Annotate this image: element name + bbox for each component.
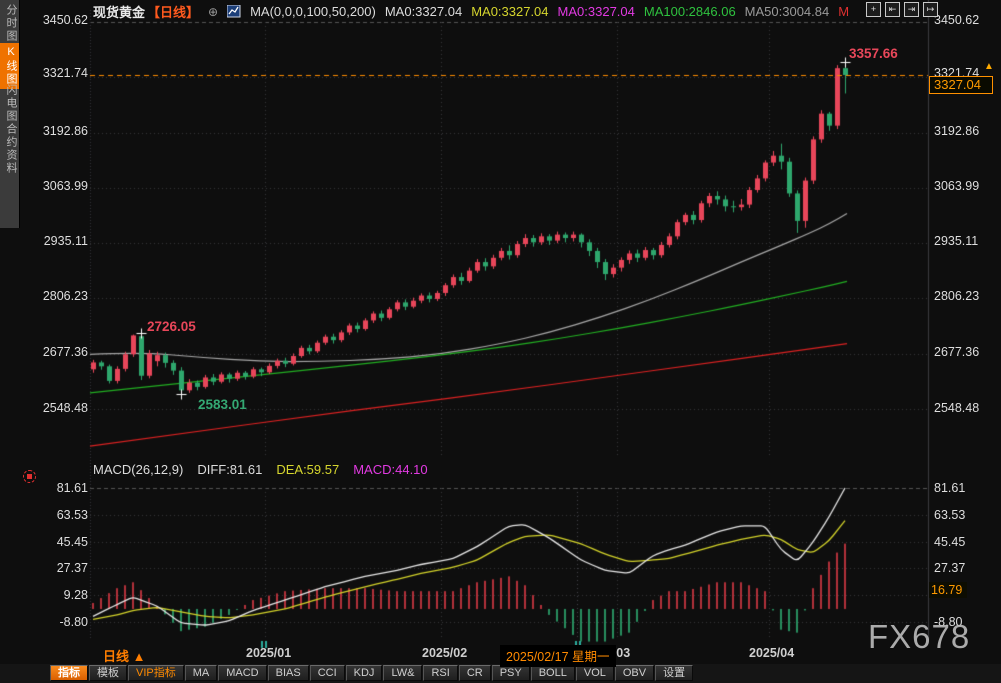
macd-header: MACD(26,12,9) DIFF:81.61 DEA:59.57 MACD:… — [93, 462, 428, 477]
toolbar-settings-button[interactable]: 设置 — [655, 665, 693, 681]
macd-label-left: -8.80 — [26, 615, 88, 629]
price-label-left: 3192.86 — [26, 124, 88, 138]
macd-label-left: 63.53 — [26, 508, 88, 522]
macd-label-right: 63.53 — [934, 508, 965, 522]
toolbar-kdj-button[interactable]: KDJ — [346, 665, 383, 681]
price-label-right: 2806.23 — [934, 289, 979, 303]
macd-label-left: 45.45 — [26, 535, 88, 549]
toolbar-macd-button[interactable]: MACD — [218, 665, 266, 681]
time-tick: 2025/04 — [749, 646, 794, 660]
ma0-value-2: MA0:3327.04 — [471, 4, 548, 19]
price-label-right: 2935.11 — [934, 234, 978, 248]
price-label-left: 2548.48 — [26, 401, 88, 415]
price-label-left: 2935.11 — [26, 234, 88, 248]
toolbar-bias-button[interactable]: BIAS — [268, 665, 309, 681]
toolbar-ma-button[interactable]: MA — [185, 665, 218, 681]
macd-dea-value: DEA:59.57 — [276, 462, 339, 477]
toolbar-boll-button[interactable]: BOLL — [531, 665, 575, 681]
price-label-right: 3192.86 — [934, 124, 979, 138]
ma0-value-1: MA0:3327.04 — [385, 4, 462, 19]
price-label-left: 3321.74 — [26, 66, 88, 80]
price-label-left: 3063.99 — [26, 179, 88, 193]
left-sidebar: 分时图 K线图 闪电图 合约资料 — [0, 0, 20, 228]
chart-controls: + ⇤ ⇥ ↦ — [866, 2, 938, 17]
time-tick: 2025/01 — [246, 646, 291, 660]
price-label-right: 2548.48 — [934, 401, 979, 415]
price-label-right: 2677.36 — [934, 345, 979, 359]
price-arrow-icon: ▲ — [984, 61, 994, 72]
macd-label-left: 27.37 — [26, 561, 88, 575]
chart-canvas[interactable] — [0, 0, 1001, 683]
macd-label-right: 45.45 — [934, 535, 965, 549]
toolbar-vip-indicator-button[interactable]: VIP指标 — [128, 665, 184, 681]
price-label-left: 2806.23 — [26, 289, 88, 303]
sidebar-tab-lightning[interactable]: 闪电图 — [0, 84, 19, 123]
pan-right-icon[interactable]: ⇥ — [904, 2, 919, 17]
period-dropdown-arrow: ▲ — [133, 649, 146, 664]
sidebar-tab-kline[interactable]: K线图 — [0, 43, 19, 89]
jump-latest-icon[interactable]: ↦ — [923, 2, 938, 17]
ma200-value-truncated: M — [838, 4, 849, 19]
ma0-value-3: MA0:3327.04 — [558, 4, 635, 19]
current-price-box: 3327.04 — [929, 76, 993, 94]
macd-label-left: 81.61 — [26, 481, 88, 495]
pan-left-icon[interactable]: ⇤ — [885, 2, 900, 17]
ma50-value: MA50:3004.84 — [745, 4, 830, 19]
toolbar-indicator-button[interactable]: 指标 — [50, 665, 88, 681]
symbol-name: 现货黄金 — [93, 2, 145, 21]
macd-label-right: 27.37 — [934, 561, 965, 575]
toolbar-vol-button[interactable]: VOL — [576, 665, 614, 681]
ma100-value: MA100:2846.06 — [644, 4, 736, 19]
toolbar-lw-button[interactable]: LW& — [383, 665, 422, 681]
last-high-label: 3357.66 — [849, 46, 898, 61]
swing-low-label: 2583.01 — [198, 397, 247, 412]
add-indicator-icon[interactable]: ⊕ — [208, 5, 218, 19]
chart-type-icon[interactable] — [227, 5, 241, 18]
chart-window: 分时图 K线图 闪电图 合约资料 现货黄金【日线】 ⊕ MA(0,0,0,100… — [0, 0, 1001, 683]
move-chart-icon[interactable]: + — [866, 2, 881, 17]
crosshair-date-tooltip: 2025/02/17 星期一 — [500, 645, 616, 667]
price-label-right: 3450.62 — [934, 13, 979, 27]
time-tick: 2025/02 — [422, 646, 467, 660]
toolbar-template-button[interactable]: 模板 — [89, 665, 127, 681]
sidebar-tab-contract-info[interactable]: 合约资料 — [0, 123, 19, 175]
period-selector[interactable]: 日线 ▲ — [103, 646, 146, 665]
toolbar-obv-button[interactable]: OBV — [615, 665, 654, 681]
macd-diff-value: DIFF:81.61 — [197, 462, 262, 477]
macd-title: MACD(26,12,9) — [93, 462, 183, 477]
price-label-left: 3450.62 — [26, 13, 88, 27]
macd-label-left: 9.28 — [26, 588, 88, 602]
watermark: FX678 — [868, 618, 970, 656]
macd-label-right: 81.61 — [934, 481, 965, 495]
chart-header: 现货黄金【日线】 ⊕ MA(0,0,0,100,50,200) MA0:3327… — [93, 2, 849, 21]
price-label-right: 3063.99 — [934, 179, 979, 193]
macd-hist-value: MACD:44.10 — [353, 462, 427, 477]
toolbar-cr-button[interactable]: CR — [459, 665, 491, 681]
period-tag: 【日线】 — [147, 2, 199, 21]
swing-high-label: 2726.05 — [147, 319, 196, 334]
ma-settings: MA(0,0,0,100,50,200) — [250, 4, 376, 19]
macd-current-value-badge: 16.79 — [929, 582, 967, 598]
toolbar-psy-button[interactable]: PSY — [492, 665, 530, 681]
toolbar-cci-button[interactable]: CCI — [310, 665, 345, 681]
toolbar-rsi-button[interactable]: RSI — [423, 665, 457, 681]
sidebar-tab-timeshare[interactable]: 分时图 — [0, 4, 19, 43]
price-label-left: 2677.36 — [26, 345, 88, 359]
